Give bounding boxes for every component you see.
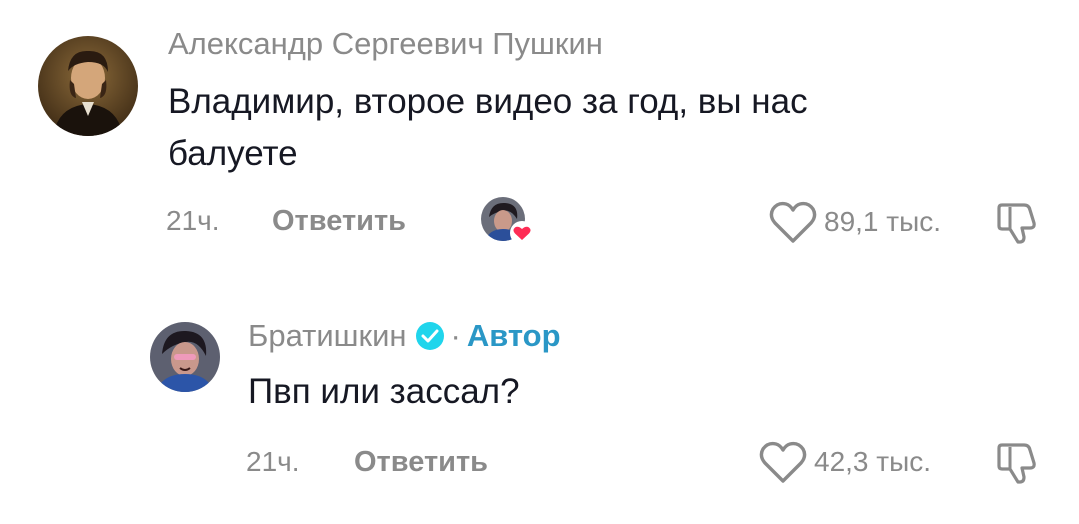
like-count: 89,1 тыс.	[824, 206, 942, 237]
reply-button[interactable]: Ответить	[272, 205, 406, 238]
verified-badge-icon	[415, 322, 444, 350]
reply-button[interactable]: Ответить	[354, 446, 488, 479]
like-button[interactable]: 42,3 тыс.	[758, 439, 931, 485]
dislike-button[interactable]	[994, 199, 1042, 252]
comment-author[interactable]: Александр Сергеевич Пушкин	[168, 26, 603, 62]
comment-text-line: Пвп или зассал?	[248, 372, 520, 411]
thumbs-down-icon	[997, 203, 1036, 244]
comment-text: Пвп или зассал?	[248, 366, 520, 418]
comment-item: Александр Сергеевич Пушкин Владимир, вто…	[0, 0, 1079, 270]
thumbs-down-icon	[997, 443, 1036, 484]
creator-liked-indicator	[481, 197, 537, 247]
portrait-icon	[38, 36, 138, 136]
like-count: 42,3 тыс.	[814, 446, 932, 477]
avatar-pushkin[interactable]	[38, 36, 138, 136]
comment-text-line: балуете	[168, 134, 298, 173]
badge-separator: ·	[450, 318, 461, 353]
comment-text: Владимир, второе видео за год, вы нас ба…	[168, 76, 808, 180]
comment-time: 21ч.	[246, 446, 300, 477]
comment-author[interactable]: Братишкин · Автор	[248, 318, 561, 354]
author-name[interactable]: Александр Сергеевич Пушкин	[168, 26, 603, 62]
dislike-button[interactable]	[994, 439, 1042, 492]
portrait-icon	[150, 322, 220, 392]
reply-item: Братишкин · Автор Пвп или зассал? 21ч. О…	[0, 300, 1079, 524]
author-badge: Автор	[466, 318, 561, 353]
heart-icon	[769, 201, 817, 243]
heart-filled-icon	[510, 221, 534, 245]
avatar-bratishkin[interactable]	[150, 322, 220, 392]
comment-text-line: Владимир, второе видео за год, вы нас	[168, 82, 808, 121]
author-name[interactable]: Братишкин	[248, 318, 407, 354]
like-button[interactable]: 89,1 тыс.	[768, 199, 941, 245]
comment-time: 21ч.	[166, 205, 220, 236]
heart-icon	[759, 441, 807, 483]
